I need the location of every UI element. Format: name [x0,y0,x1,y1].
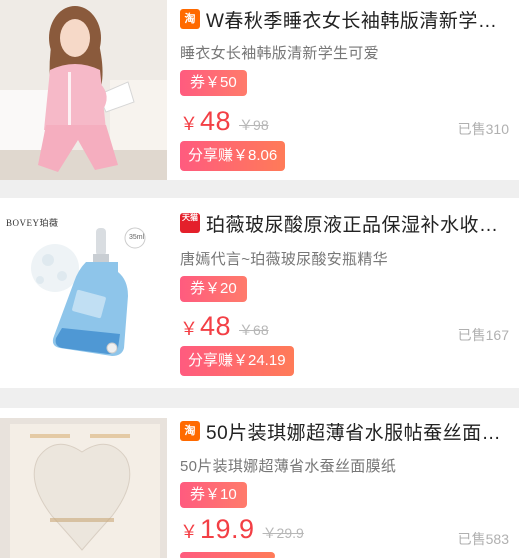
product-title-row[interactable]: 淘 50片装琪娜超薄省水服帖蚕丝面… [180,416,509,446]
taobao-badge-icon: 淘 [180,9,200,29]
share-earn-button[interactable] [180,552,275,558]
sold-count: 已售310 [457,121,509,137]
brand-logo: BOVEY珀薇 [6,218,59,228]
volume-tag: 35ml [129,234,145,241]
coupon-badge[interactable]: 券￥20 [180,276,247,302]
product-title-row[interactable]: 天猫 珀薇玻尿酸原液正品保湿补水收… [180,208,509,238]
product-info: 淘 W春秋季睡衣女长袖韩版清新学… 睡衣女长袖韩版清新学生可爱 券￥50 ￥ 4… [180,0,509,180]
product-title[interactable]: 珀薇玻尿酸原液正品保湿补水收… [206,210,509,237]
product-card[interactable]: 淘 50片装琪娜超薄省水服帖蚕丝面… 50片装琪娜超薄省水蚕丝面膜纸 券￥10 … [0,408,519,558]
product-title[interactable]: 50片装琪娜超薄省水服帖蚕丝面… [206,418,509,445]
product-card[interactable]: BOVEY珀薇 35ml 天猫 珀薇玻尿酸原液正品保湿补水收… 唐嫣代言~珀薇玻… [0,198,519,388]
share-earn-button[interactable]: 分享赚￥24.19 [180,346,294,376]
current-price: 48 [200,106,232,136]
original-price: ￥29.9 [262,525,304,541]
coupon-badge[interactable]: 券￥10 [180,482,247,508]
pajamas-model-illustration [0,0,167,180]
original-price: ￥98 [239,117,269,133]
coupon-badge[interactable]: 券￥50 [180,70,247,96]
sold-count: 已售167 [457,327,509,343]
product-title-row[interactable]: 淘 W春秋季睡衣女长袖韩版清新学… [180,4,509,34]
product-subtitle: 唐嫣代言~珀薇玻尿酸安瓶精华 [180,251,388,268]
product-title[interactable]: W春秋季睡衣女长袖韩版清新学… [206,6,509,33]
product-subtitle: 50片装琪娜超薄省水蚕丝面膜纸 [180,458,397,475]
product-info: 淘 50片装琪娜超薄省水服帖蚕丝面… 50片装琪娜超薄省水蚕丝面膜纸 券￥10 … [180,408,509,558]
product-card[interactable]: 淘 W春秋季睡衣女长袖韩版清新学… 睡衣女长袖韩版清新学生可爱 券￥50 ￥ 4… [0,0,519,180]
taobao-badge-icon: 淘 [180,421,200,441]
mask-paper-illustration [0,418,167,558]
currency-symbol: ￥ [180,114,198,134]
share-earn-button[interactable]: 分享赚￥8.06 [180,141,286,171]
current-price: 48 [200,311,232,341]
current-price: 19.9 [200,514,255,544]
product-info: 天猫 珀薇玻尿酸原液正品保湿补水收… 唐嫣代言~珀薇玻尿酸安瓶精华 券￥20 ￥… [180,198,509,388]
product-image-pajamas[interactable] [0,0,167,180]
original-price: ￥68 [239,322,269,338]
sold-count: 已售583 [457,531,509,547]
currency-symbol: ￥ [180,319,198,339]
currency-symbol: ￥ [180,522,198,542]
product-subtitle: 睡衣女长袖韩版清新学生可爱 [180,45,379,62]
product-image-serum[interactable]: BOVEY珀薇 35ml [0,198,167,388]
product-image-mask-paper[interactable] [0,418,167,558]
tmall-badge-icon: 天猫 [180,213,200,233]
